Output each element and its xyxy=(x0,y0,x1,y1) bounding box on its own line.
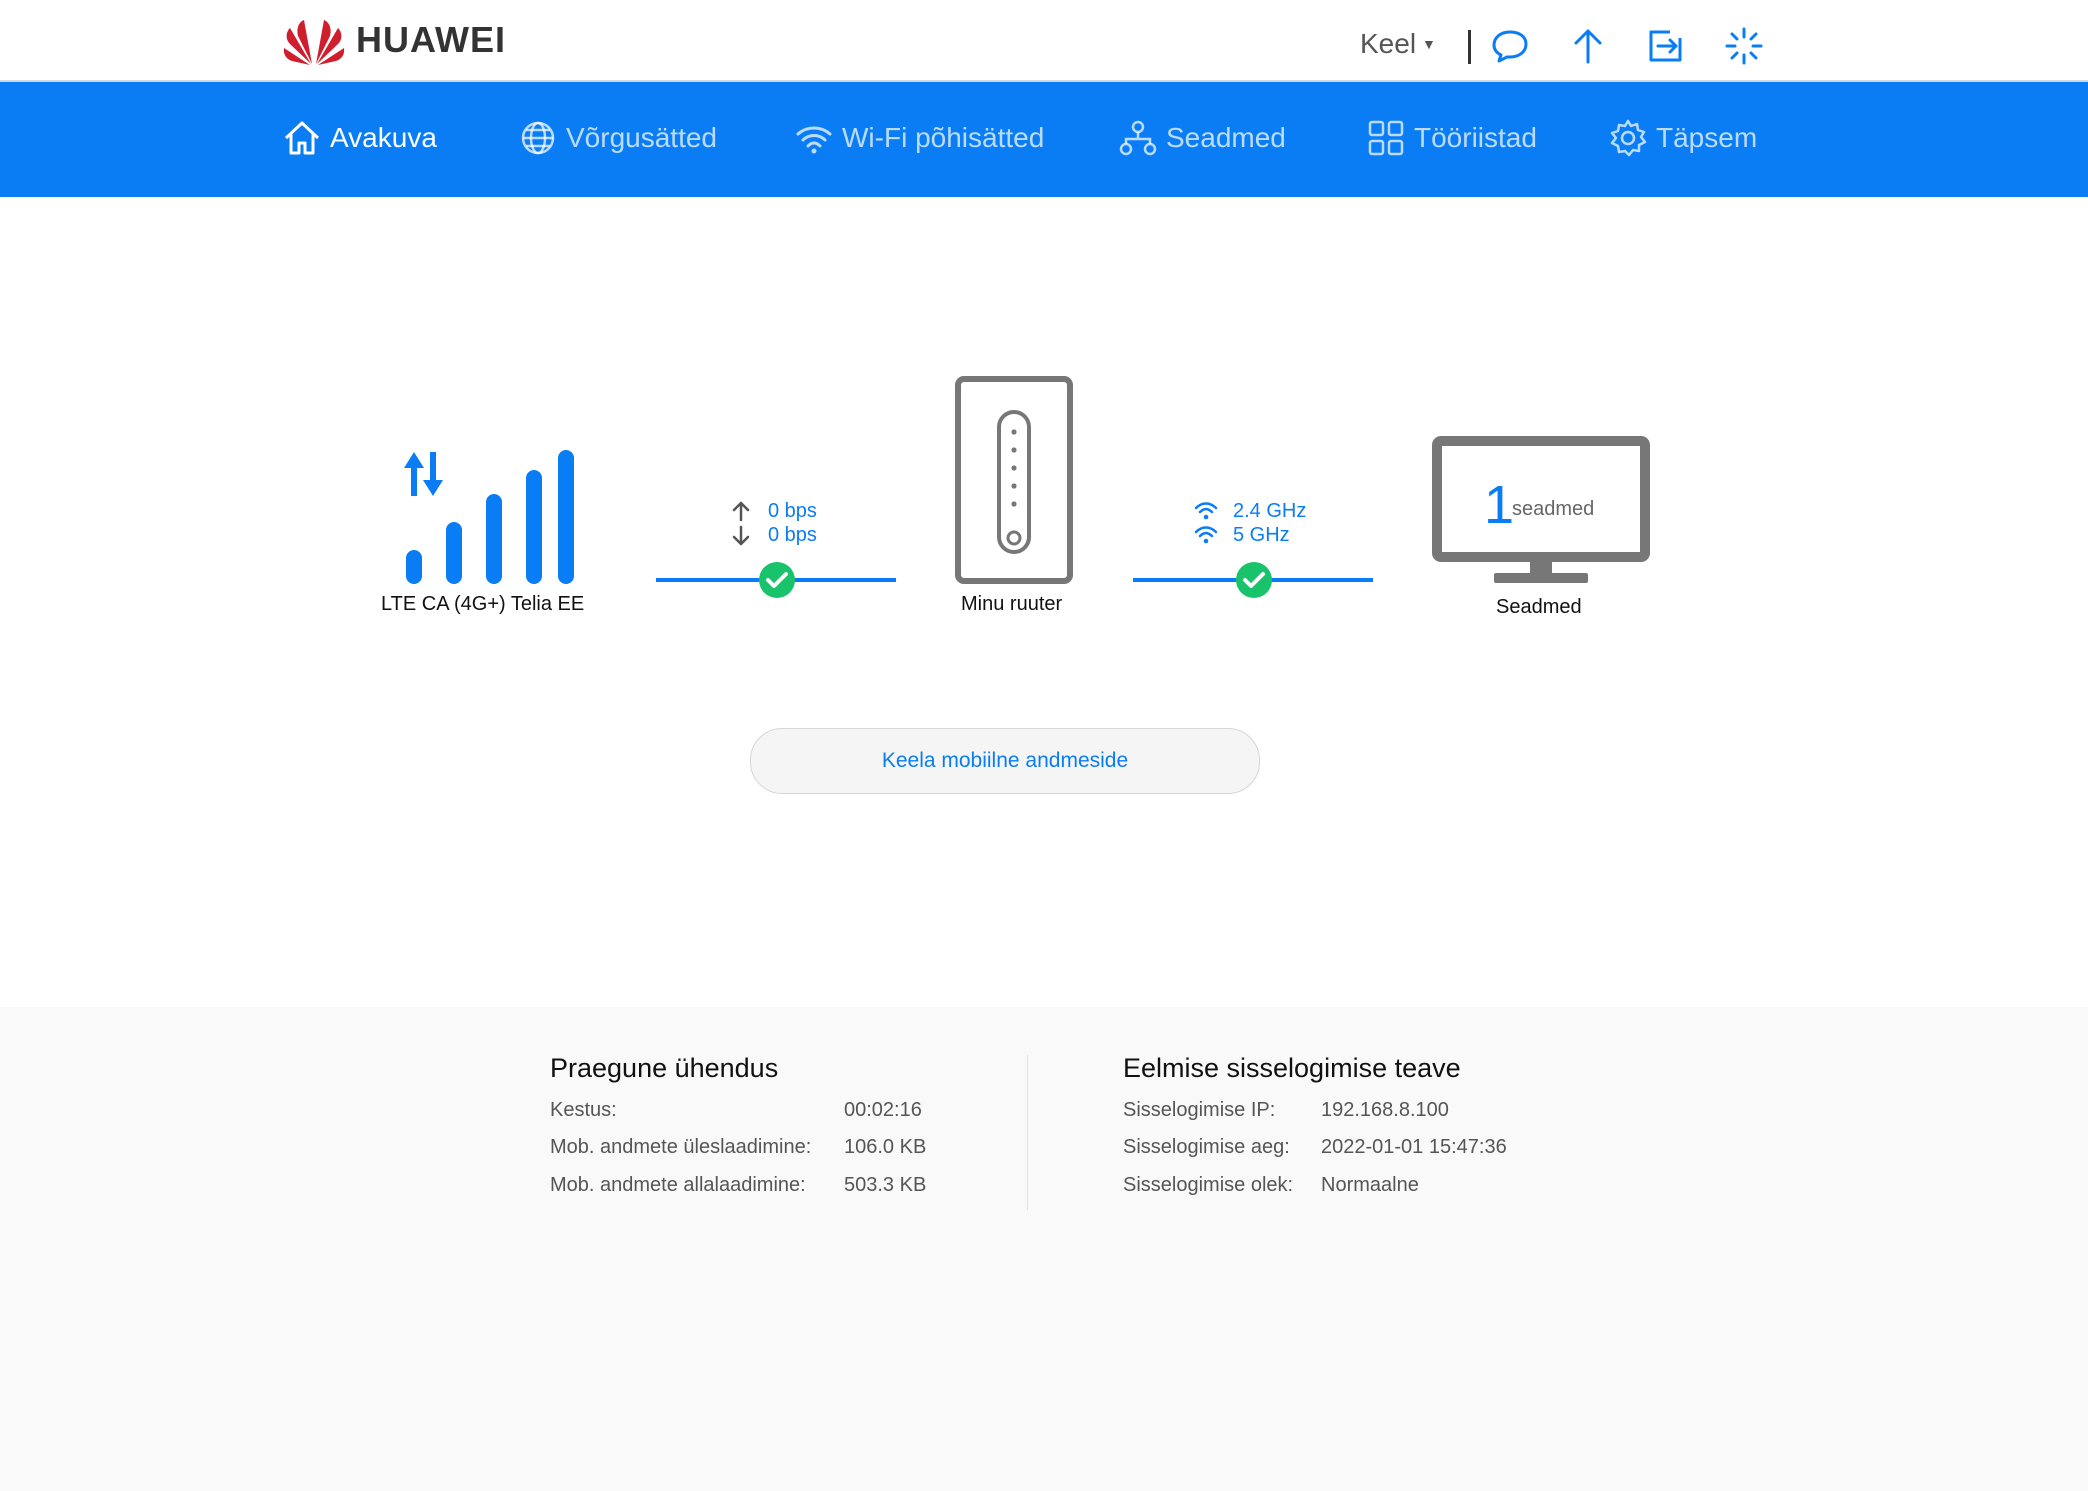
router-label: Minu ruuter xyxy=(961,593,1063,615)
band-24ghz: 2.4 GHz xyxy=(1233,500,1307,522)
last-login-title: Eelmise sisselogimise teave xyxy=(1123,1053,1461,1083)
logout-icon[interactable] xyxy=(1646,26,1686,66)
upload-rate: 0 bps xyxy=(768,500,817,522)
router-device-icon[interactable] xyxy=(955,376,1073,584)
login-time-label: Sisselogimise aeg: xyxy=(1123,1136,1290,1158)
footer-divider xyxy=(1027,1055,1028,1210)
download-total-label: Mob. andmete allalaadimine: xyxy=(550,1174,806,1196)
upload-total-label: Mob. andmete üleslaadimine: xyxy=(550,1136,812,1158)
login-status-value: Normaalne xyxy=(1321,1174,1419,1196)
chat-icon[interactable] xyxy=(1490,26,1530,66)
device-count-unit: seadmed xyxy=(1512,498,1595,520)
tools-grid-icon xyxy=(1368,120,1404,156)
check-circle-icon xyxy=(759,562,795,598)
caret-down-icon: ▼ xyxy=(1422,36,1436,52)
upload-total-value: 106.0 KB xyxy=(844,1136,927,1158)
nav-item-network-settings[interactable]: Võrgusätted xyxy=(518,118,717,158)
network-operator-label: LTE CA (4G+) Telia EE xyxy=(381,593,585,615)
top-header: HUAWEI Keel ▼ xyxy=(0,0,2088,82)
network-devices-icon xyxy=(1119,120,1157,156)
duration-value: 00:02:16 xyxy=(844,1099,922,1121)
language-selector[interactable]: Keel ▼ xyxy=(1360,28,1436,60)
login-time-value: 2022-01-01 15:47:36 xyxy=(1321,1136,1507,1158)
header-divider xyxy=(1468,30,1471,64)
globe-icon xyxy=(521,121,555,155)
band-5ghz: 5 GHz xyxy=(1233,524,1290,546)
language-label: Keel xyxy=(1360,28,1417,59)
connected-device-count: 1 xyxy=(1484,475,1515,535)
brand-name: HUAWEI xyxy=(356,19,506,60)
nav-item-tools[interactable]: Tööriistad xyxy=(1366,118,1537,158)
nav-item-advanced[interactable]: Täpsem xyxy=(1608,118,1757,158)
disable-mobile-data-button[interactable]: Keela mobiilne andmeside xyxy=(750,728,1260,794)
huawei-logo[interactable]: HUAWEI xyxy=(282,14,506,66)
wifi-24ghz-icon xyxy=(1194,502,1218,520)
login-ip-label: Sisselogimise IP: xyxy=(1123,1099,1276,1121)
download-total-value: 503.3 KB xyxy=(844,1174,927,1196)
info-footer xyxy=(0,1007,2088,1491)
duration-label: Kestus: xyxy=(550,1099,617,1121)
current-connection-title: Praegune ühendus xyxy=(550,1053,779,1083)
up-down-arrows-icon xyxy=(732,501,750,546)
upload-arrow-icon[interactable] xyxy=(1568,26,1608,66)
wifi-icon xyxy=(796,126,832,154)
huawei-flower-icon xyxy=(283,20,345,65)
login-status-label: Sisselogimise olek: xyxy=(1123,1174,1294,1196)
check-circle-icon xyxy=(1236,562,1272,598)
wifi-5ghz-icon xyxy=(1194,526,1218,544)
nav-item-wifi-settings[interactable]: Wi-Fi põhisätted xyxy=(794,118,1044,158)
nav-item-home[interactable]: Avakuva xyxy=(282,118,437,158)
devices-label: Seadmed xyxy=(1496,596,1582,618)
main-nav: Avakuva Võrgusätted Wi-Fi põhisätted Sea… xyxy=(0,82,2088,197)
home-icon xyxy=(284,121,320,155)
nav-item-devices[interactable]: Seadmed xyxy=(1118,118,1286,158)
loading-spinner-icon[interactable] xyxy=(1724,26,1764,66)
download-rate: 0 bps xyxy=(768,524,817,546)
login-ip-value: 192.168.8.100 xyxy=(1321,1099,1449,1121)
gear-icon xyxy=(1610,119,1647,157)
signal-strength-icon xyxy=(404,450,574,584)
